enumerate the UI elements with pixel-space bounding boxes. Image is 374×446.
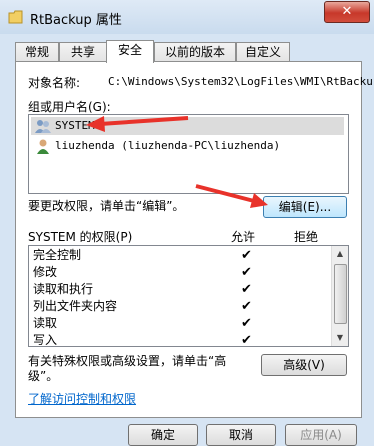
check-icon: ✔ xyxy=(241,248,252,263)
edit-prompt: 要更改权限，请单击“编辑”。 xyxy=(28,199,185,213)
permission-row: 读取 ✔ xyxy=(33,316,252,331)
list-item[interactable]: liuzhenda (liuzhenda-PC\liuzhenda) xyxy=(31,137,344,155)
security-panel: 对象名称: C:\Windows\System32\LogFiles\WMI\R… xyxy=(15,61,373,418)
advanced-button[interactable]: 高级(V) xyxy=(261,354,347,376)
permission-row: 写入 ✔ xyxy=(33,333,252,347)
advanced-prompt-line2: 级”。 xyxy=(28,369,59,383)
tab-customize[interactable]: 自定义 xyxy=(236,42,290,62)
permission-row: 修改 ✔ xyxy=(33,265,252,280)
check-icon: ✔ xyxy=(241,282,252,297)
permission-row: 完全控制 ✔ xyxy=(33,248,252,263)
close-button[interactable]: ✕ xyxy=(324,1,370,23)
help-link[interactable]: 了解访问控制和权限 xyxy=(28,390,136,407)
scroll-down-icon[interactable]: ▼ xyxy=(333,330,347,346)
allow-header: 允许 xyxy=(231,230,256,244)
folder-icon xyxy=(8,10,23,24)
check-icon: ✔ xyxy=(241,333,252,347)
scroll-thumb[interactable] xyxy=(334,264,347,324)
groups-label: 组或用户名(G): xyxy=(28,100,111,114)
user-group-icon xyxy=(35,120,51,133)
tab-previous-versions[interactable]: 以前的版本 xyxy=(154,42,236,62)
object-name-label: 对象名称: xyxy=(28,76,81,90)
check-icon: ✔ xyxy=(241,316,252,331)
permission-row: 读取和执行 ✔ xyxy=(33,282,252,297)
tab-security[interactable]: 安全 xyxy=(106,40,154,63)
tab-sharing[interactable]: 共享 xyxy=(59,42,107,62)
permission-row: 列出文件夹内容 ✔ xyxy=(33,299,252,314)
edit-button[interactable]: 编辑(E)... xyxy=(263,196,347,218)
check-icon: ✔ xyxy=(241,299,252,314)
group-user-list[interactable]: SYSTEM liuzhenda (liuzhenda-PC\liuzhenda… xyxy=(28,114,349,194)
tab-general[interactable]: 常规 xyxy=(15,42,59,62)
title-bar: RtBackup 属性 ✕ xyxy=(0,0,374,34)
permissions-scrollbar[interactable]: ▲ ▼ xyxy=(331,246,348,346)
permissions-header: SYSTEM 的权限(P) xyxy=(28,230,133,244)
list-item[interactable]: SYSTEM xyxy=(31,117,344,135)
object-name-value: C:\Windows\System32\LogFiles\WMI\RtBacku xyxy=(108,75,373,88)
scroll-up-icon[interactable]: ▲ xyxy=(333,246,347,262)
permissions-list[interactable]: 完全控制 ✔ 修改 ✔ 读取和执行 ✔ 列出文件夹内容 ✔ 读取 ✔ 写入 ✔ ▲ ▼ xyxy=(28,245,349,347)
deny-header: 拒绝 xyxy=(294,230,319,244)
check-icon: ✔ xyxy=(241,265,252,280)
user-icon xyxy=(37,139,49,154)
window-title: RtBackup 属性 xyxy=(30,13,122,28)
